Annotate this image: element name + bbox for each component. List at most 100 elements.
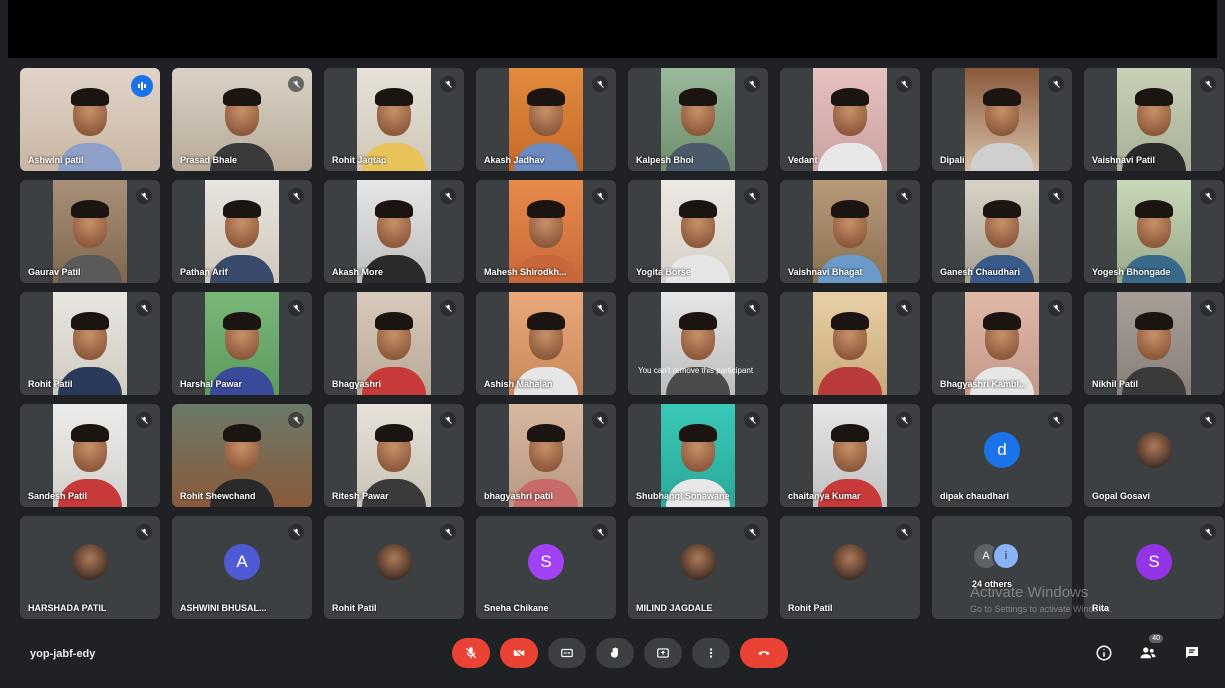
participant-tile[interactable]: Rohit Patil bbox=[324, 516, 464, 619]
mic-toggle-button[interactable] bbox=[452, 638, 490, 668]
participant-tile[interactable]: Harshal Pawar bbox=[172, 292, 312, 395]
participant-name: Bhagyashri bbox=[332, 379, 382, 389]
participant-tile[interactable]: Akash More bbox=[324, 180, 464, 283]
participant-tile[interactable]: You can't remove this participant bbox=[628, 292, 768, 395]
participant-name: Rohit Shewchand bbox=[180, 491, 256, 501]
meeting-info-button[interactable] bbox=[1093, 642, 1115, 664]
participant-name: Mahesh Shirodkh... bbox=[484, 267, 567, 277]
participant-tile[interactable]: Bhagyashri Kambl... bbox=[932, 292, 1072, 395]
meeting-code: yop-jabf-edy bbox=[30, 648, 96, 660]
participant-tile[interactable]: Vaishnavi Bhagat bbox=[780, 180, 920, 283]
mic-muted-icon bbox=[592, 188, 608, 204]
participant-tile[interactable]: Rohit Patil bbox=[20, 292, 160, 395]
participant-avatar: A bbox=[224, 544, 260, 580]
mic-muted-icon bbox=[896, 76, 912, 92]
participant-name: Prasad Bhale bbox=[180, 155, 238, 165]
hand-icon bbox=[610, 647, 618, 658]
participant-name: Rohit Jagtap bbox=[332, 155, 387, 165]
participant-tile[interactable]: Shubhangi Sonawane bbox=[628, 404, 768, 507]
mic-muted-icon bbox=[1200, 76, 1216, 92]
participant-video bbox=[813, 68, 887, 171]
participant-tile[interactable]: Ritesh Pawar bbox=[324, 404, 464, 507]
participant-tile[interactable]: Ashwini patil bbox=[20, 68, 160, 171]
participant-name: Gaurav Patil bbox=[28, 267, 81, 277]
participant-tile[interactable]: Akash Jadhav bbox=[476, 68, 616, 171]
mic-muted-icon bbox=[1200, 300, 1216, 316]
participant-name: Rohit Patil bbox=[788, 603, 833, 613]
participant-tile[interactable]: Pathan Arif bbox=[172, 180, 312, 283]
call-controls bbox=[452, 638, 788, 668]
participant-tile[interactable]: chaitanya Kumar bbox=[780, 404, 920, 507]
participant-name: Ganesh Chaudhari bbox=[940, 267, 1021, 277]
participant-name: Shubhangi Sonawane bbox=[636, 491, 730, 501]
leave-call-button[interactable] bbox=[740, 638, 788, 668]
participant-tile[interactable]: A ASHWINI BHUSAL... bbox=[172, 516, 312, 619]
participant-tile[interactable]: MILIND JAGDALE bbox=[628, 516, 768, 619]
participant-avatar bbox=[680, 544, 716, 580]
participant-name: Yogita Borse bbox=[636, 267, 691, 277]
mic-muted-icon bbox=[136, 300, 152, 316]
participant-avatar bbox=[376, 544, 412, 580]
participant-tile[interactable]: Yogesh Bhongade bbox=[1084, 180, 1224, 283]
activate-windows-subtitle: Go to Settings to activate Windows. bbox=[970, 604, 1113, 614]
participant-tile[interactable]: Dipali bbox=[932, 68, 1072, 171]
participant-tile[interactable]: Vedant bbox=[780, 68, 920, 171]
raise-hand-button[interactable] bbox=[596, 638, 634, 668]
mic-muted-icon bbox=[136, 524, 152, 540]
participant-name: Harshal Pawar bbox=[180, 379, 243, 389]
participant-avatar: S bbox=[528, 544, 564, 580]
participant-tile[interactable]: d dipak chaudhari bbox=[932, 404, 1072, 507]
chat-icon bbox=[1186, 647, 1198, 659]
mic-muted-icon bbox=[288, 76, 304, 92]
participant-tile[interactable]: Nikhil Patil bbox=[1084, 292, 1224, 395]
hang-up-icon bbox=[758, 651, 770, 656]
speaking-indicator-icon bbox=[131, 75, 153, 97]
others-avatars: Ai bbox=[972, 542, 1020, 570]
mic-muted-icon bbox=[288, 300, 304, 316]
more-vert-icon bbox=[709, 648, 713, 658]
participant-tile[interactable]: Sandesh Patil bbox=[20, 404, 160, 507]
participant-video bbox=[965, 68, 1039, 171]
participant-name: HARSHADA PATIL bbox=[28, 603, 107, 613]
participant-tile[interactable]: Kalpesh Bhoi bbox=[628, 68, 768, 171]
participant-tile[interactable]: Vaishnavi Patil bbox=[1084, 68, 1224, 171]
participant-name: ASHWINI BHUSAL... bbox=[180, 603, 267, 613]
participant-name: Akash More bbox=[332, 267, 384, 277]
chat-button[interactable] bbox=[1181, 642, 1203, 664]
mic-muted-icon bbox=[440, 188, 456, 204]
captions-button[interactable] bbox=[548, 638, 586, 668]
participant-tile[interactable]: bhagyashri patil bbox=[476, 404, 616, 507]
participant-tile[interactable]: Gaurav Patil bbox=[20, 180, 160, 283]
present-screen-button[interactable] bbox=[644, 638, 682, 668]
participant-tile[interactable]: HARSHADA PATIL bbox=[20, 516, 160, 619]
mic-muted-icon bbox=[288, 524, 304, 540]
participant-name: Sandesh Patil bbox=[28, 491, 88, 501]
participant-name: Ashish Mahajan bbox=[484, 379, 553, 389]
camera-toggle-button[interactable] bbox=[500, 638, 538, 668]
mic-muted-icon bbox=[1048, 76, 1064, 92]
participant-tile[interactable]: S Sneha Chikane bbox=[476, 516, 616, 619]
participant-tile[interactable]: Prasad Bhale bbox=[172, 68, 312, 171]
mic-muted-icon bbox=[744, 76, 760, 92]
participant-tile[interactable]: Rohit Patil bbox=[780, 516, 920, 619]
people-button[interactable]: 40 bbox=[1137, 634, 1163, 664]
more-options-button[interactable] bbox=[692, 638, 730, 668]
participant-name: Yogesh Bhongade bbox=[1092, 267, 1171, 277]
participant-tile[interactable]: Bhagyashri bbox=[324, 292, 464, 395]
participant-tile[interactable]: Rohit Shewchand bbox=[172, 404, 312, 507]
participant-tile[interactable]: Mahesh Shirodkh... bbox=[476, 180, 616, 283]
mic-muted-icon bbox=[440, 524, 456, 540]
people-count-badge: 40 bbox=[1149, 634, 1163, 643]
bottom-toolbar: yop-jabf-edy 40 bbox=[0, 628, 1225, 688]
mic-muted-icon bbox=[1048, 412, 1064, 428]
info-icon bbox=[1096, 645, 1112, 661]
participant-tile[interactable]: Rohit Jagtap bbox=[324, 68, 464, 171]
participant-tile[interactable]: Gopal Gosavi bbox=[1084, 404, 1224, 507]
top-black-bar bbox=[8, 0, 1217, 58]
participant-name: Ashwini patil bbox=[28, 155, 84, 165]
participant-tile[interactable] bbox=[780, 292, 920, 395]
participant-tile[interactable]: Ganesh Chaudhari bbox=[932, 180, 1072, 283]
participant-tile[interactable]: Ashish Mahajan bbox=[476, 292, 616, 395]
participant-tile[interactable]: Yogita Borse bbox=[628, 180, 768, 283]
participant-avatar bbox=[1136, 432, 1172, 468]
